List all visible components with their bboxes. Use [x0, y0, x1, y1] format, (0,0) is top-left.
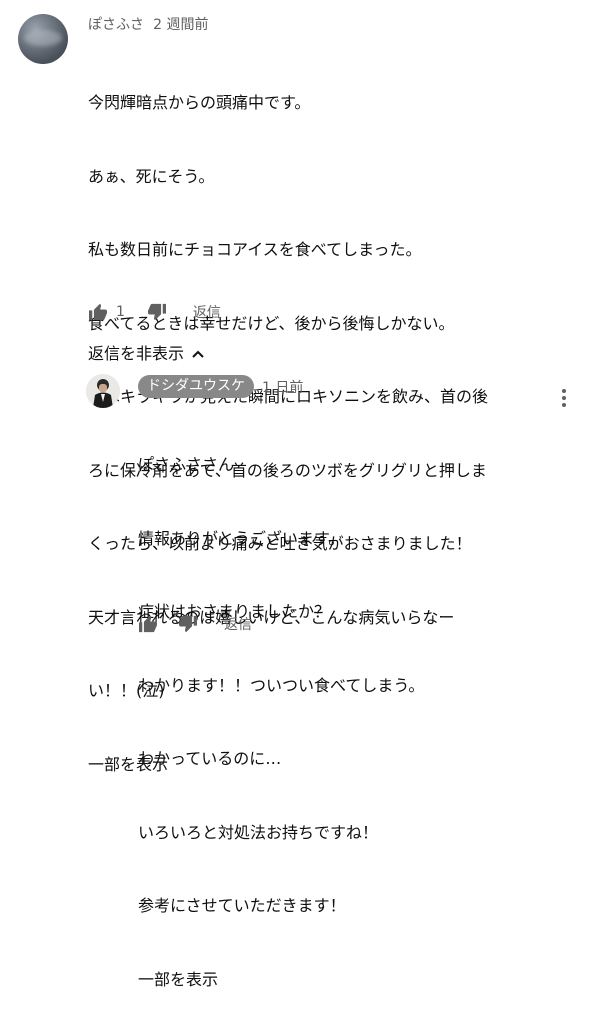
- reply-line: わかります！！ついつい食べてしまう。: [138, 675, 425, 695]
- reply-line: 参考にさせていただきます！: [138, 896, 346, 915]
- reply-avatar[interactable]: [86, 374, 120, 408]
- reply-header: ドシダユウスケ 1 日前: [138, 375, 303, 398]
- hide-replies-toggle[interactable]: 返信を非表示: [88, 340, 204, 364]
- reply-line: いろいろと対処法お持ちですね！: [138, 822, 379, 842]
- reply-like-icon[interactable]: [136, 612, 160, 636]
- more-options-icon[interactable]: [562, 389, 566, 407]
- reply-author-badge[interactable]: ドシダユウスケ: [138, 375, 254, 398]
- reply-actions: 返信: [136, 612, 252, 636]
- reply-show-more-link[interactable]: 一部を表示: [138, 968, 558, 993]
- reply-line: 情報ありがとうございます。: [138, 528, 345, 548]
- reply-reply-button[interactable]: 返信: [224, 614, 252, 634]
- comment-line: 今閃輝暗点からの頭痛中です。: [88, 93, 311, 112]
- comment-line: 私も数日前にチョコアイスを食べてしまった。: [88, 240, 422, 259]
- hide-replies-label: 返信を非表示: [88, 344, 185, 363]
- comment-author[interactable]: ぽさふさ: [88, 17, 144, 33]
- reply-body: ぽさふささん 情報ありがとうございます。 症状はおさまりましたか？ わかります！…: [138, 404, 558, 1017]
- like-count: 1: [116, 304, 125, 320]
- reply-button[interactable]: 返信: [193, 302, 221, 322]
- reply-dislike-icon[interactable]: [176, 612, 200, 636]
- reply-time[interactable]: 1 日前: [262, 377, 303, 397]
- person-icon: [86, 374, 120, 408]
- comment-line: あぁ、死にそう。: [88, 166, 215, 186]
- comment-actions: 1 返信: [86, 300, 221, 324]
- reply-line: わかっているのに…: [138, 749, 282, 768]
- commenter-avatar[interactable]: [18, 14, 68, 64]
- like-icon[interactable]: [86, 300, 110, 324]
- dislike-icon[interactable]: [145, 300, 169, 324]
- comment-header: ぽさふさ 2 週間前: [88, 14, 208, 34]
- comment-time[interactable]: 2 週間前: [153, 17, 208, 33]
- reply-line: ぽさふささん: [138, 455, 235, 474]
- chevron-up-icon: [192, 343, 204, 362]
